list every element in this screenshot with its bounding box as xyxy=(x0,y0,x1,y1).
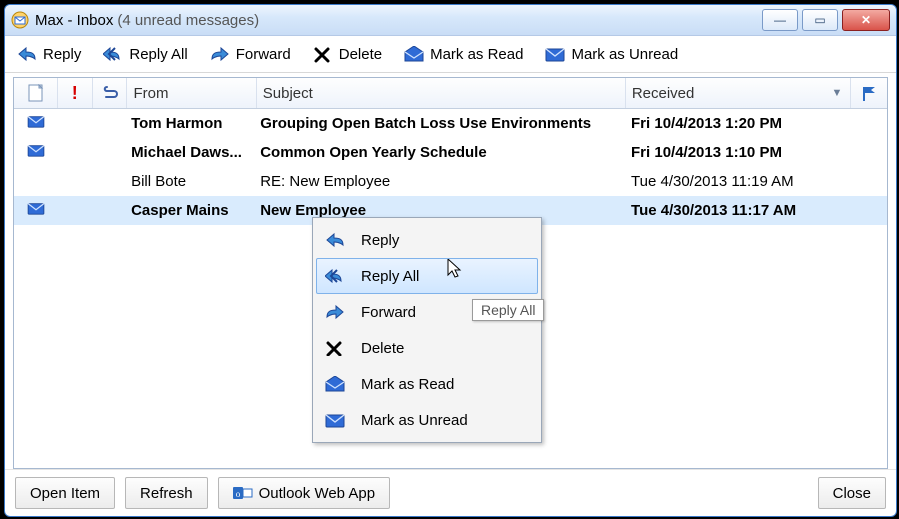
message-received: Fri 10/4/2013 1:10 PM xyxy=(625,144,851,161)
reply-all-icon xyxy=(103,46,123,62)
open-item-label: Open Item xyxy=(30,485,100,502)
forward-icon xyxy=(210,46,230,62)
close-window-button[interactable]: ✕ xyxy=(842,9,890,31)
context-menu-item[interactable]: Mark as Read xyxy=(316,366,538,402)
message-list: Tom HarmonGrouping Open Batch Loss Use E… xyxy=(14,109,887,468)
mail-open-icon xyxy=(325,376,347,392)
context-menu-item[interactable]: Reply All xyxy=(316,258,538,294)
column-header-from-label: From xyxy=(133,85,168,102)
reply-button[interactable]: Reply xyxy=(17,46,81,63)
toolbar: Reply Reply All Forward Delete Mark as R… xyxy=(5,36,896,73)
flag-icon xyxy=(861,85,877,101)
refresh-label: Refresh xyxy=(140,485,193,502)
message-from: Tom Harmon xyxy=(125,115,254,132)
message-subject: RE: New Employee xyxy=(254,173,625,190)
message-received: Tue 4/30/2013 11:19 AM xyxy=(625,173,851,190)
context-menu-item[interactable]: Reply xyxy=(316,222,538,258)
tooltip-text: Reply All xyxy=(481,302,535,318)
reply-all-button[interactable]: Reply All xyxy=(103,46,187,63)
window-controls: — ▭ ✕ xyxy=(762,9,890,31)
app-window: Max - Inbox (4 unread messages) — ▭ ✕ Re… xyxy=(4,4,897,517)
context-menu-item-label: Reply xyxy=(361,232,399,249)
message-subject: Common Open Yearly Schedule xyxy=(254,144,625,161)
column-header-flag[interactable] xyxy=(851,78,887,108)
message-row[interactable]: Bill BoteRE: New EmployeeTue 4/30/2013 1… xyxy=(14,167,887,196)
context-menu-item-label: Mark as Read xyxy=(361,376,454,393)
sort-indicator-icon: ▼ xyxy=(831,87,842,99)
outlook-web-app-label: Outlook Web App xyxy=(259,485,375,502)
delete-icon xyxy=(313,46,333,62)
reply-icon xyxy=(325,232,347,248)
column-header-importance[interactable]: ! xyxy=(58,78,93,108)
paperclip-icon xyxy=(101,85,119,101)
window-title: Max - Inbox xyxy=(35,12,113,29)
column-header-subject-label: Subject xyxy=(263,85,313,102)
outlook-web-app-button[interactable]: Outlook Web App xyxy=(218,477,390,509)
message-row[interactable]: Tom HarmonGrouping Open Batch Loss Use E… xyxy=(14,109,887,138)
open-item-button[interactable]: Open Item xyxy=(15,477,115,509)
mark-as-read-button[interactable]: Mark as Read xyxy=(404,46,523,63)
message-status-icon xyxy=(14,114,57,132)
context-menu-item-label: Mark as Unread xyxy=(361,412,468,429)
maximize-button[interactable]: ▭ xyxy=(802,9,838,31)
mark-as-unread-button[interactable]: Mark as Unread xyxy=(545,46,678,63)
close-button[interactable]: Close xyxy=(818,477,886,509)
minimize-button[interactable]: — xyxy=(762,9,798,31)
owa-icon xyxy=(233,485,253,501)
message-from: Casper Mains xyxy=(125,202,254,219)
context-menu: Reply Reply All Forward Delete Mark as Read M… xyxy=(312,217,542,443)
refresh-button[interactable]: Refresh xyxy=(125,477,208,509)
message-from: Michael Daws... xyxy=(125,144,254,161)
column-header-attachment[interactable] xyxy=(93,78,128,108)
context-menu-item-label: Reply All xyxy=(361,268,419,285)
reply-label: Reply xyxy=(43,46,81,63)
tooltip: Reply All xyxy=(472,299,544,321)
forward-button[interactable]: Forward xyxy=(210,46,291,63)
mail-closed-icon xyxy=(545,46,565,62)
mark-as-read-label: Mark as Read xyxy=(430,46,523,63)
titlebar[interactable]: Max - Inbox (4 unread messages) — ▭ ✕ xyxy=(5,5,896,36)
reply-all-label: Reply All xyxy=(129,46,187,63)
reply-icon xyxy=(17,46,37,62)
mark-as-unread-label: Mark as Unread xyxy=(571,46,678,63)
forward-icon xyxy=(325,304,347,320)
message-from: Bill Bote xyxy=(125,173,254,190)
message-subject: New Employee xyxy=(254,202,625,219)
context-menu-item[interactable]: Delete xyxy=(316,330,538,366)
page-icon xyxy=(27,84,44,102)
close-label: Close xyxy=(833,485,871,502)
message-subject: Grouping Open Batch Loss Use Environment… xyxy=(254,115,625,132)
column-header-received-label: Received xyxy=(632,85,695,102)
delete-icon xyxy=(325,340,347,356)
window-subtitle: (4 unread messages) xyxy=(117,12,259,29)
column-header-message-icon[interactable] xyxy=(14,78,58,108)
message-status-icon xyxy=(14,143,57,161)
mail-closed-icon xyxy=(325,412,347,428)
message-status-icon xyxy=(14,201,57,219)
context-menu-item[interactable]: Mark as Unread xyxy=(316,402,538,438)
app-icon xyxy=(11,11,29,29)
reply-all-icon xyxy=(325,268,347,284)
column-header-received[interactable]: Received ▼ xyxy=(626,78,852,108)
forward-label: Forward xyxy=(236,46,291,63)
context-menu-item-label: Forward xyxy=(361,304,416,321)
message-row[interactable]: Michael Daws...Common Open Yearly Schedu… xyxy=(14,138,887,167)
delete-label: Delete xyxy=(339,46,382,63)
message-grid: ! From Subject Received ▼ Tom HarmonGrou… xyxy=(13,77,888,469)
footer: Open Item Refresh Outlook Web App Close xyxy=(5,469,896,516)
message-received: Tue 4/30/2013 11:17 AM xyxy=(625,202,851,219)
message-received: Fri 10/4/2013 1:20 PM xyxy=(625,115,851,132)
column-headers: ! From Subject Received ▼ xyxy=(14,78,887,109)
mail-open-icon xyxy=(404,46,424,62)
column-header-from[interactable]: From xyxy=(127,78,256,108)
delete-button[interactable]: Delete xyxy=(313,46,382,63)
context-menu-item-label: Delete xyxy=(361,340,404,357)
column-header-subject[interactable]: Subject xyxy=(257,78,626,108)
